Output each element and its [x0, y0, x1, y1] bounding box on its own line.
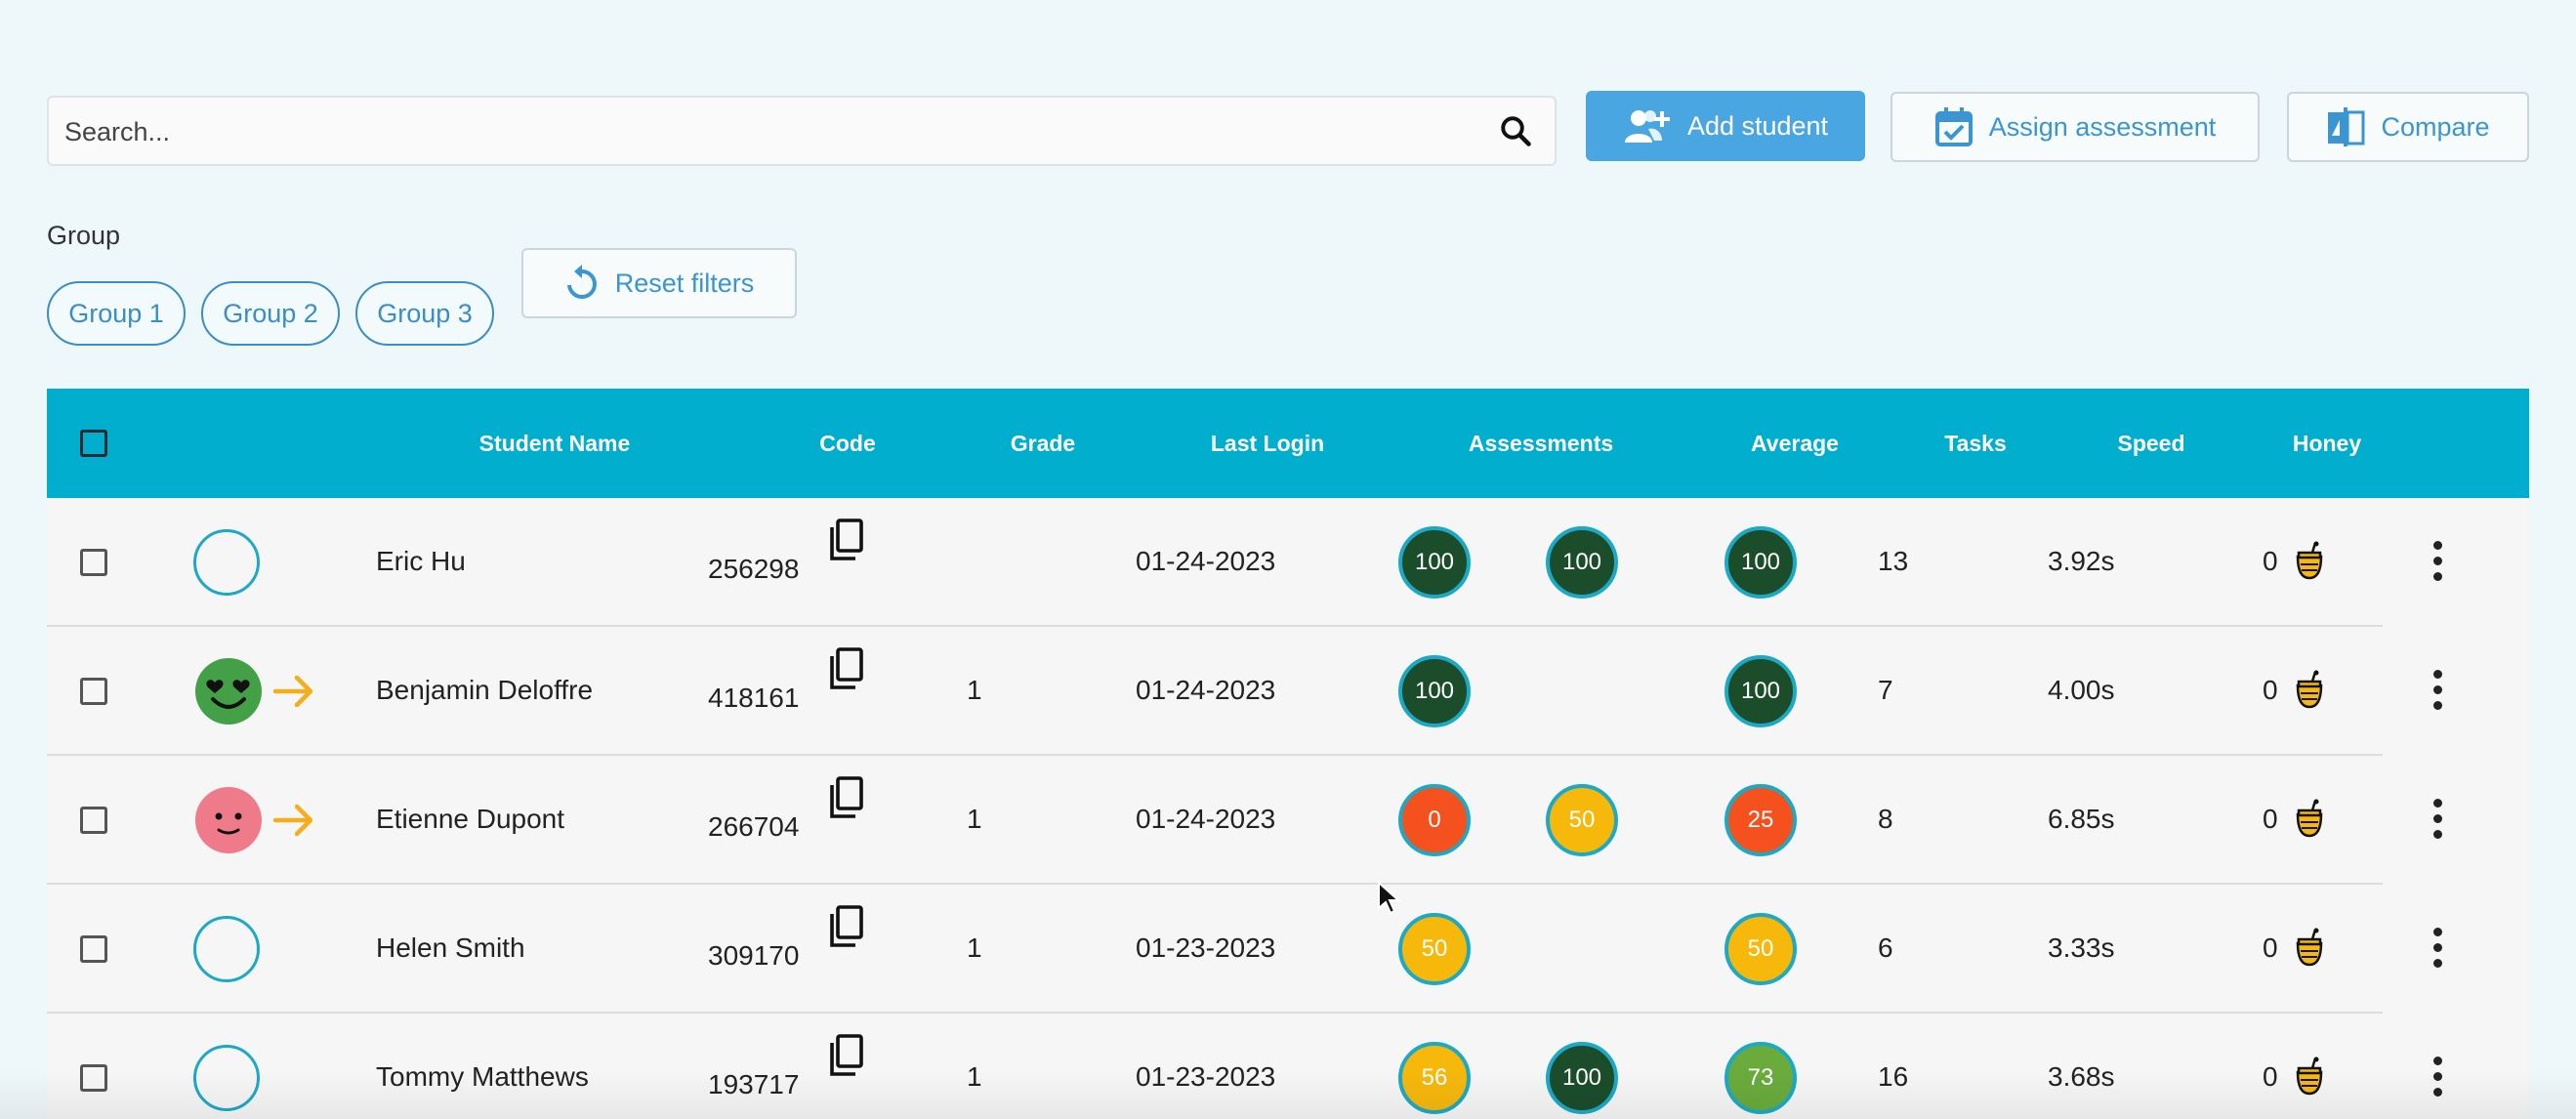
add-student-label: Add student	[1686, 110, 1829, 141]
header-student-name[interactable]: Student Name	[418, 389, 691, 498]
student-code: 266704	[708, 811, 800, 842]
calendar-check-icon	[1934, 107, 1973, 146]
header-honey[interactable]: Honey	[2244, 389, 2410, 498]
arrow-right-icon	[273, 675, 313, 708]
reset-filters-button[interactable]: Reset filters	[521, 248, 797, 318]
search-box[interactable]	[47, 96, 1557, 166]
row-actions-menu-icon[interactable]	[2431, 928, 2443, 971]
student-code: 418161	[708, 683, 800, 713]
row-actions-menu-icon[interactable]	[2431, 799, 2443, 842]
table-row[interactable]: Benjamin Deloffre 418161 1 01-24-2023 100 10…	[47, 627, 2529, 756]
student-grade: 1	[967, 932, 982, 963]
student-table-body: Eric Hu 256298 01-24-2023 100 100 100 13 3.92s…	[47, 498, 2529, 1119]
header-average[interactable]: Average	[1707, 389, 1883, 498]
honey-pot-icon	[2296, 541, 2323, 580]
average-score-badge: 100	[1724, 655, 1797, 727]
reset-icon	[566, 265, 597, 299]
row-checkbox[interactable]	[80, 935, 107, 963]
student-name[interactable]: Benjamin Deloffre	[376, 675, 593, 706]
search-icon[interactable]	[1498, 113, 1533, 148]
header-speed[interactable]: Speed	[2068, 389, 2234, 498]
heart-eyes-avatar-icon	[195, 658, 262, 725]
assign-assessment-button[interactable]: Assign assessment	[1890, 92, 2260, 162]
add-student-button[interactable]: Add student	[1586, 91, 1865, 161]
average-score-badge: 25	[1724, 784, 1797, 856]
last-login: 01-24-2023	[1136, 675, 1276, 705]
compare-icon	[2328, 107, 2365, 146]
search-input[interactable]	[62, 98, 1473, 166]
avatar-placeholder	[193, 916, 260, 982]
smile-avatar-icon	[195, 787, 262, 853]
honey-count: 0	[2263, 675, 2278, 705]
row-checkbox[interactable]	[80, 678, 107, 705]
table-row[interactable]: Helen Smith 309170 1 01-23-2023 50 50 6 3.33s 0	[47, 885, 2529, 1014]
task-count: 6	[1878, 932, 1893, 963]
assign-assessment-label: Assign assessment	[1988, 111, 2217, 142]
speed-value: 4.00s	[2048, 675, 2115, 705]
row-checkbox[interactable]	[80, 549, 107, 576]
compare-label: Compare	[2381, 111, 2490, 142]
honey-count: 0	[2263, 804, 2278, 834]
group-chip-3[interactable]: Group 3	[355, 281, 494, 346]
average-score-badge: 50	[1724, 913, 1797, 985]
student-code: 256298	[708, 554, 800, 584]
header-last-login[interactable]: Last Login	[1141, 389, 1394, 498]
assessment-score-badge[interactable]: 100	[1398, 526, 1471, 599]
select-all-checkbox[interactable]	[80, 430, 107, 457]
header-assessments[interactable]: Assessments	[1394, 389, 1687, 498]
average-score-badge: 100	[1724, 526, 1797, 599]
table-header: Student Name Code Grade Last Login Asses…	[47, 389, 2529, 498]
row-actions-menu-icon[interactable]	[2431, 541, 2443, 584]
group-chip-2[interactable]: Group 2	[201, 281, 340, 346]
honey-pot-icon	[2296, 799, 2323, 838]
honey-count: 0	[2263, 932, 2278, 963]
arrow-right-icon	[273, 804, 313, 837]
last-login: 01-23-2023	[1136, 932, 1276, 963]
speed-value: 3.92s	[2048, 546, 2115, 576]
student-grade: 1	[967, 675, 982, 705]
honey-pot-icon	[2296, 928, 2323, 967]
assessment-score-badge[interactable]: 50	[1398, 913, 1471, 985]
honey-count: 0	[2263, 546, 2278, 576]
student-name[interactable]: Eric Hu	[376, 546, 466, 577]
student-code: 309170	[708, 940, 800, 971]
add-user-icon	[1624, 110, 1670, 143]
header-code[interactable]: Code	[750, 389, 945, 498]
assessment-score-badge[interactable]: 50	[1546, 784, 1618, 856]
honey-pot-icon	[2296, 670, 2323, 709]
copy-icon[interactable]	[826, 518, 865, 562]
copy-icon[interactable]	[826, 646, 865, 691]
task-count: 7	[1878, 675, 1893, 705]
assessment-score-badge[interactable]: 100	[1398, 655, 1471, 727]
table-row[interactable]: Eric Hu 256298 01-24-2023 100 100 100 13 3.92s…	[47, 498, 2529, 627]
last-login: 01-24-2023	[1136, 546, 1276, 576]
row-actions-menu-icon[interactable]	[2431, 670, 2443, 713]
bottom-shadow	[0, 1070, 2576, 1119]
task-count: 8	[1878, 804, 1893, 834]
header-tasks[interactable]: Tasks	[1902, 389, 2049, 498]
assessment-score-badge[interactable]: 100	[1546, 526, 1618, 599]
student-name[interactable]: Helen Smith	[376, 932, 525, 964]
reset-filters-label: Reset filters	[614, 268, 755, 298]
copy-icon[interactable]	[826, 904, 865, 949]
table-row[interactable]: Etienne Dupont 266704 1 01-24-2023 0 50 25 8 6.…	[47, 756, 2529, 885]
student-grade: 1	[967, 804, 982, 834]
speed-value: 3.33s	[2048, 932, 2115, 963]
group-filter-label: Group	[47, 221, 121, 250]
avatar-placeholder	[193, 529, 260, 596]
header-grade[interactable]: Grade	[965, 389, 1121, 498]
last-login: 01-24-2023	[1136, 804, 1276, 834]
copy-icon[interactable]	[826, 775, 865, 820]
speed-value: 6.85s	[2048, 804, 2115, 834]
group-chip-1[interactable]: Group 1	[47, 281, 186, 346]
mouse-cursor-icon	[1378, 881, 1400, 915]
row-checkbox[interactable]	[80, 807, 107, 834]
assessment-score-badge[interactable]: 0	[1398, 784, 1471, 856]
compare-button[interactable]: Compare	[2287, 92, 2529, 162]
student-name[interactable]: Etienne Dupont	[376, 804, 564, 835]
task-count: 13	[1878, 546, 1909, 576]
